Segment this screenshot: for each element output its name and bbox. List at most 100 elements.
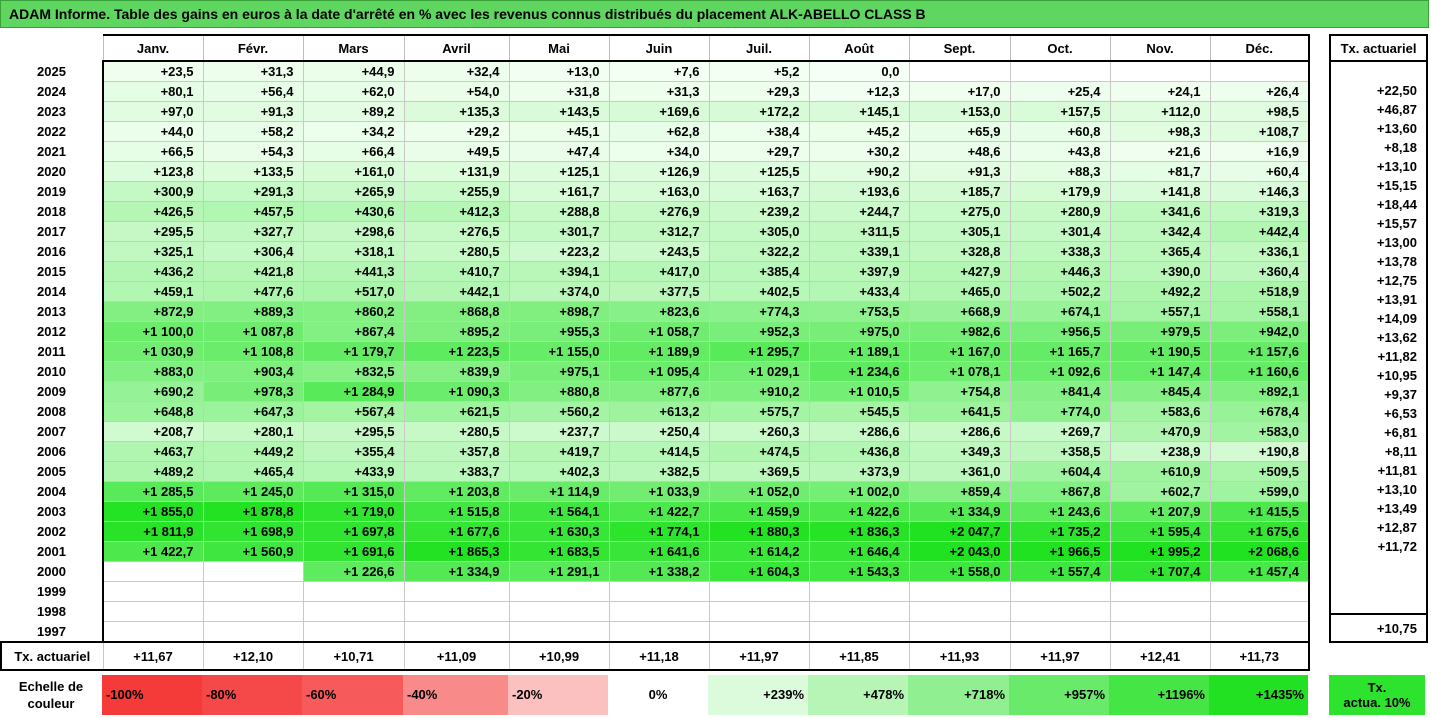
gain-cell: +509,5 <box>1209 461 1310 482</box>
gain-cell: +275,0 <box>908 201 1011 222</box>
gain-cell: +239,2 <box>708 201 810 222</box>
gain-cell: +1 226,6 <box>302 561 405 582</box>
gain-cell: +336,1 <box>1209 241 1310 262</box>
gain-cell: +385,4 <box>708 261 810 282</box>
legend-label-line1: Echelle de <box>18 679 84 694</box>
gain-cell: +442,1 <box>403 281 510 302</box>
gain-cell: +1 422,7 <box>608 501 710 522</box>
gain-cell: +1 855,0 <box>102 501 204 522</box>
gain-cell: +243,5 <box>608 241 710 262</box>
gain-cell: +892,1 <box>1209 381 1310 402</box>
tx-actuariel-cell: +13,91 <box>1329 290 1428 309</box>
gain-cell: +1 995,2 <box>1109 541 1211 562</box>
gain-cell: +1 315,0 <box>302 481 405 502</box>
gain-cell: +1 564,1 <box>508 501 610 522</box>
gain-cell: +38,4 <box>708 121 810 142</box>
gain-cell: +169,6 <box>608 101 710 122</box>
year-row: 2001 +1 422,7 +1 560,9 +1 691,6 +1 865,3 +1 6… <box>1 541 1310 562</box>
gain-cell: +29,7 <box>708 141 810 162</box>
tx-legend-line2: actua. 10% <box>1343 695 1411 710</box>
gain-cell: +342,4 <box>1109 221 1211 242</box>
tx-actuariel-cell: +13,62 <box>1329 328 1428 347</box>
tx-actuariel-header: Tx. actuariel <box>1329 34 1428 62</box>
gain-cell: +1 557,4 <box>1009 561 1111 582</box>
year-row: 2018 +426,5 +457,5 +430,6 +412,3 +288,8 +276,9… <box>1 201 1310 222</box>
gain-cell: +66,4 <box>302 141 405 162</box>
year-row: 2024 +80,1 +56,4 +62,0 +54,0 +31,8 +31,3 +29,3 +… <box>1 81 1310 102</box>
gain-cell: +288,8 <box>508 201 610 222</box>
gain-cell: +369,5 <box>708 461 810 482</box>
gain-cell: +1 092,6 <box>1009 361 1111 382</box>
year-label: 2016 <box>37 244 66 259</box>
tx-actuariel-cell: +15,57 <box>1329 214 1428 233</box>
gain-cell: +412,3 <box>403 201 510 222</box>
gain-cell: +193,6 <box>808 181 910 202</box>
gain-cell <box>708 621 810 643</box>
gain-cell: +518,9 <box>1209 281 1310 302</box>
gain-cell: +1 595,4 <box>1109 521 1211 542</box>
gain-cell: +349,3 <box>908 441 1011 462</box>
gain-cell: +338,3 <box>1009 241 1111 262</box>
gain-cell: +502,2 <box>1009 281 1111 302</box>
tx-actuariel-cell: +13,60 <box>1329 119 1428 138</box>
tx-actuariel-cell: +46,87 <box>1329 100 1428 119</box>
gain-cell: +674,1 <box>1009 301 1111 322</box>
gain-cell: +1 422,6 <box>808 501 910 522</box>
gain-cell: +98,3 <box>1109 121 1211 142</box>
gain-cell: +311,5 <box>808 221 910 242</box>
gain-cell: +16,9 <box>1209 141 1310 162</box>
tx-actuariel-cell: +13,49 <box>1329 499 1428 518</box>
gain-cell <box>1009 621 1111 643</box>
gain-cell: +373,9 <box>808 461 910 482</box>
gain-cell: +557,1 <box>1109 301 1211 322</box>
gain-cell: +1 078,1 <box>908 361 1011 382</box>
gain-cell: +872,9 <box>102 301 204 322</box>
gain-cell: +1 114,9 <box>508 481 610 502</box>
month-header: Févr. <box>202 34 303 62</box>
gain-cell: +265,9 <box>302 181 405 202</box>
gain-cell: +610,9 <box>1109 461 1211 482</box>
gain-cell: +355,4 <box>302 441 405 462</box>
gain-cell: +1 719,0 <box>302 501 405 522</box>
gain-cell: +161,0 <box>302 161 405 182</box>
gain-cell: +449,2 <box>202 441 304 462</box>
year-row: 1998 <box>1 601 1310 622</box>
gain-cell: +1 108,8 <box>202 341 304 362</box>
gain-cell: +322,2 <box>708 241 810 262</box>
gain-cell: +1 697,8 <box>302 521 405 542</box>
year-row: 2019 +300,9 +291,3 +265,9 +255,9 +161,7 +163,0… <box>1 181 1310 202</box>
gain-cell: +397,9 <box>808 261 910 282</box>
gain-cell: +753,5 <box>808 301 910 322</box>
gain-cell: +823,6 <box>608 301 710 322</box>
report-title: ADAM Informe. Table des gains en euros à… <box>0 0 1429 28</box>
gain-cell <box>908 581 1011 602</box>
tx-actuariel-cell <box>1329 61 1428 81</box>
gain-cell: +238,9 <box>1109 441 1211 462</box>
tx-actuariel-cell: +13,10 <box>1329 157 1428 176</box>
footer-rate-cell: +11,97 <box>708 641 809 671</box>
gain-cell: +377,5 <box>608 281 710 302</box>
color-scale-legend: -100% -80% -60% -40% -20% 0% +239% +478% +718% +9… <box>102 675 1308 715</box>
month-header: Déc. <box>1209 34 1310 62</box>
year-row: 2017 +295,5 +327,7 +298,6 +276,5 +301,7 +312,7… <box>1 221 1310 242</box>
legend-swatch: +957% <box>1009 675 1109 715</box>
gain-cell: +955,3 <box>508 321 610 342</box>
gain-cell: +32,4 <box>403 61 510 82</box>
gain-cell: +774,0 <box>1009 401 1111 422</box>
gain-cell: +1 160,6 <box>1209 361 1310 382</box>
year-label: 1999 <box>37 584 66 599</box>
gain-cell <box>102 561 204 582</box>
gain-cell: +54,3 <box>202 141 304 162</box>
year-label: 2019 <box>37 184 66 199</box>
gain-cell: +942,0 <box>1209 321 1310 342</box>
year-row: 2021 +66,5 +54,3 +66,4 +49,5 +47,4 +34,0 +29,7 +… <box>1 141 1310 162</box>
year-label: 2006 <box>37 444 66 459</box>
gain-cell: +1 677,6 <box>403 521 510 542</box>
gain-cell: +5,2 <box>708 61 810 82</box>
gain-cell: +108,7 <box>1209 121 1310 142</box>
gain-cell: +442,4 <box>1209 221 1310 242</box>
gain-cell: +34,0 <box>608 141 710 162</box>
gain-cell: +880,8 <box>508 381 610 402</box>
gain-cell: +978,3 <box>202 381 304 402</box>
gain-cell: +291,3 <box>202 181 304 202</box>
